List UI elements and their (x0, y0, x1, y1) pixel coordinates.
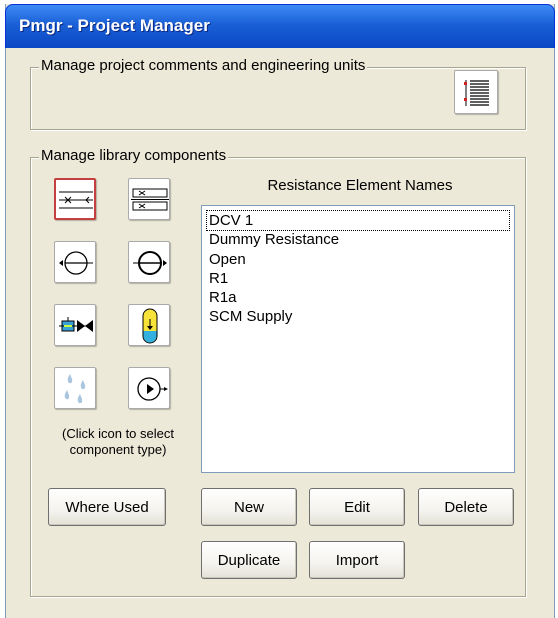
where-used-button[interactable]: Where Used (48, 488, 166, 526)
import-button[interactable]: Import (309, 541, 405, 579)
notes-list-button[interactable] (454, 70, 498, 114)
resistance-element-listbox[interactable]: DCV 1 Dummy Resistance Open R1 R1a SCM S… (201, 205, 515, 473)
comments-groupbox: Manage project comments and engineering … (30, 57, 526, 130)
window-title: Pmgr - Project Manager (19, 16, 210, 35)
accumulator-button[interactable] (128, 304, 170, 346)
multi-resistance-button[interactable] (128, 178, 170, 220)
duplicate-button[interactable]: Duplicate (201, 541, 297, 579)
hint-line-1: (Click icon to select (62, 426, 174, 441)
circular-flow-icon (137, 377, 168, 401)
valve-actuator-button[interactable] (54, 304, 96, 346)
circular-flow-button[interactable] (128, 367, 170, 409)
droplets-icon (64, 374, 86, 404)
valve-actuator-icon (59, 317, 93, 332)
list-header: Resistance Element Names (267, 177, 453, 194)
delete-button[interactable]: Delete (418, 488, 514, 526)
list-item[interactable]: DCV 1 (206, 210, 510, 231)
edit-button[interactable]: Edit (309, 488, 405, 526)
list-item[interactable]: Open (209, 250, 246, 269)
pump-right-button[interactable] (128, 241, 170, 283)
pump-right-icon (133, 251, 167, 275)
pump-left-button[interactable] (54, 241, 96, 283)
resistance-element-button[interactable] (54, 178, 96, 220)
new-button[interactable]: New (201, 488, 297, 526)
title-bar[interactable]: Pmgr - Project Manager (5, 4, 555, 48)
component-type-hint: (Click icon to select component type) (44, 426, 192, 458)
list-item[interactable]: R1a (209, 288, 237, 307)
resistance-element-icon (59, 191, 93, 209)
droplets-button[interactable] (54, 367, 96, 409)
accumulator-icon (142, 308, 158, 344)
comments-group-label: Manage project comments and engineering … (39, 57, 368, 74)
pump-left-icon (59, 251, 93, 275)
notes-list-icon (464, 80, 489, 106)
list-item[interactable]: R1 (209, 269, 228, 288)
hint-line-2: component type) (69, 442, 167, 457)
library-group-label: Manage library components (39, 147, 229, 164)
list-item[interactable]: SCM Supply (209, 307, 292, 326)
list-item[interactable]: Dummy Resistance (209, 230, 339, 249)
multi-resistance-icon (131, 188, 169, 211)
